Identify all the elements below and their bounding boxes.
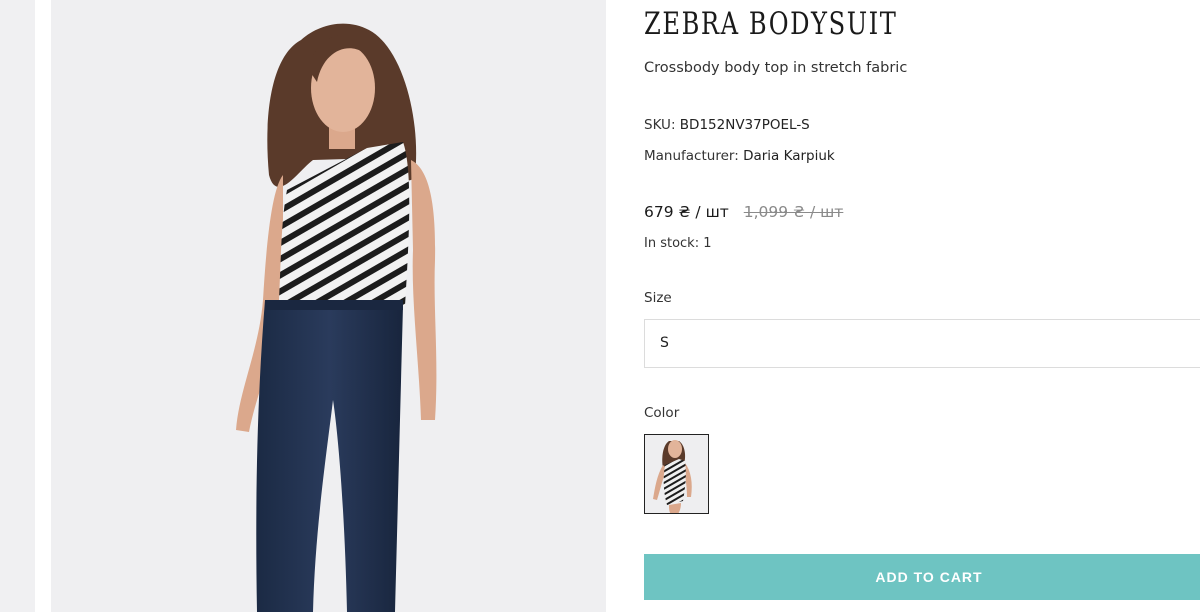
product-main-image[interactable]: [51, 0, 606, 612]
gallery-prev-image[interactable]: [0, 0, 35, 612]
size-selected-value: S: [660, 335, 669, 351]
manufacturer-label: Manufacturer:: [644, 148, 739, 164]
price-row: 679 ₴ / шт 1,099 ₴ / шт: [644, 203, 843, 221]
size-label: Size: [644, 290, 672, 306]
size-select[interactable]: S: [644, 319, 1200, 368]
old-price: 1,099 ₴ / шт: [743, 203, 844, 221]
gallery-divider: [35, 0, 51, 612]
manufacturer-row: Manufacturer: Daria Karpiuk: [644, 148, 835, 164]
product-title: ZEBRA BODYSUIT: [644, 6, 898, 42]
stock-status: In stock: 1: [644, 236, 712, 251]
manufacturer-value: Daria Karpiuk: [743, 148, 835, 164]
product-subtitle: Crossbody body top in stretch fabric: [644, 60, 908, 76]
product-info-panel: ZEBRA BODYSUIT Crossbody body top in str…: [644, 0, 1200, 612]
sku-label: SKU:: [644, 117, 676, 133]
color-label: Color: [644, 405, 680, 421]
current-price: 679 ₴ / шт: [644, 203, 729, 221]
color-swatch-zebra[interactable]: [644, 434, 709, 514]
sku-value: BD152NV37POEL-S: [679, 117, 810, 133]
sku-row: SKU: BD152NV37POEL-S: [644, 117, 810, 133]
add-to-cart-button[interactable]: ADD TO CART: [644, 554, 1200, 600]
